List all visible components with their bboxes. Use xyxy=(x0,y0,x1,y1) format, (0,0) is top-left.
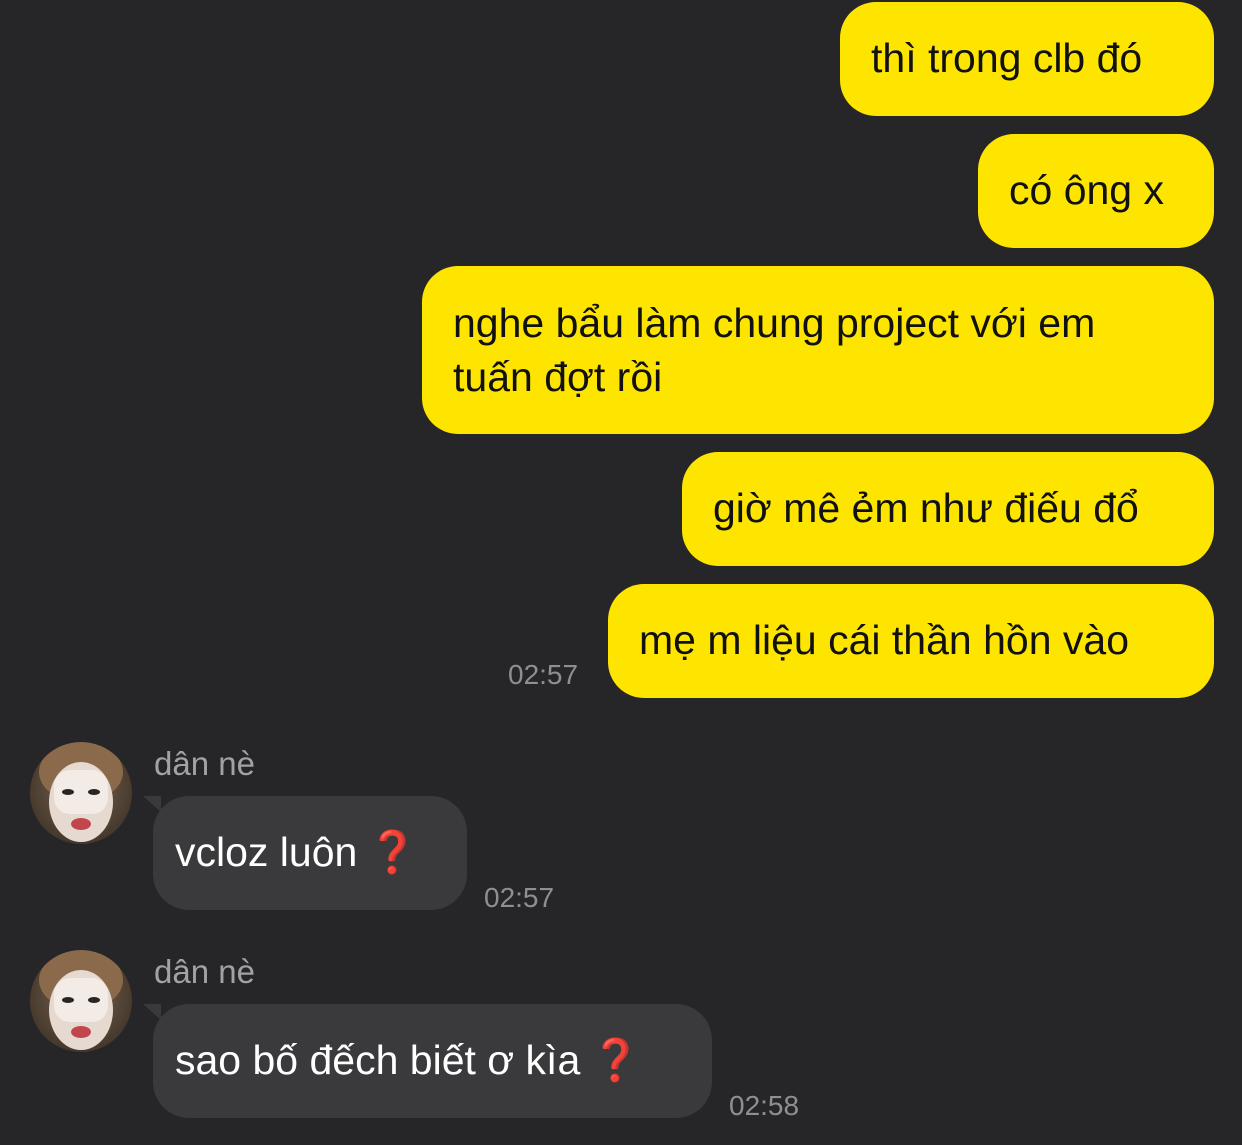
contact-avatar[interactable] xyxy=(30,742,132,844)
incoming-message[interactable]: sao bố đếch biết ơ kìa ❓ xyxy=(143,1004,712,1118)
chat-thread: thì trong clb đó có ông x nghe bẩu làm c… xyxy=(0,0,1242,1145)
message-text: giờ mê ẻm như điếu đổ xyxy=(713,485,1139,531)
message-timestamp: 02:58 xyxy=(729,1090,800,1121)
contact-photo-icon xyxy=(30,950,132,1052)
sender-name: dân nè xyxy=(154,953,255,990)
incoming-message[interactable]: vcloz luôn ❓ xyxy=(143,796,467,910)
message-timestamp: 02:57 xyxy=(484,882,555,913)
message-text: vcloz luôn xyxy=(175,829,358,875)
message-timestamp: 02:57 xyxy=(508,659,579,690)
outgoing-message[interactable]: giờ mê ẻm như điếu đổ xyxy=(682,452,1214,566)
message-text: sao bố đếch biết ơ kìa xyxy=(175,1037,581,1083)
message-text: mẹ m liệu cái thần hồn vào xyxy=(639,617,1129,663)
bubble-tail xyxy=(143,1004,161,1020)
outgoing-message[interactable]: có ông x xyxy=(978,134,1214,248)
message-text: nghe bẩu làm chung project với em tuấn đ… xyxy=(453,300,1096,400)
outgoing-message[interactable]: mẹ m liệu cái thần hồn vào xyxy=(608,584,1214,698)
outgoing-message[interactable]: thì trong clb đó xyxy=(840,2,1214,116)
contact-avatar[interactable] xyxy=(30,950,132,1052)
outgoing-message[interactable]: nghe bẩu làm chung project với em tuấn đ… xyxy=(422,266,1214,434)
question-mark-emoji: ❓ xyxy=(367,829,419,875)
contact-photo-icon xyxy=(30,742,132,844)
message-text: thì trong clb đó xyxy=(871,35,1143,81)
bubble-tail xyxy=(143,796,161,812)
sender-name: dân nè xyxy=(154,745,255,782)
message-text: có ông x xyxy=(1009,167,1164,213)
question-mark-emoji: ❓ xyxy=(590,1037,642,1083)
